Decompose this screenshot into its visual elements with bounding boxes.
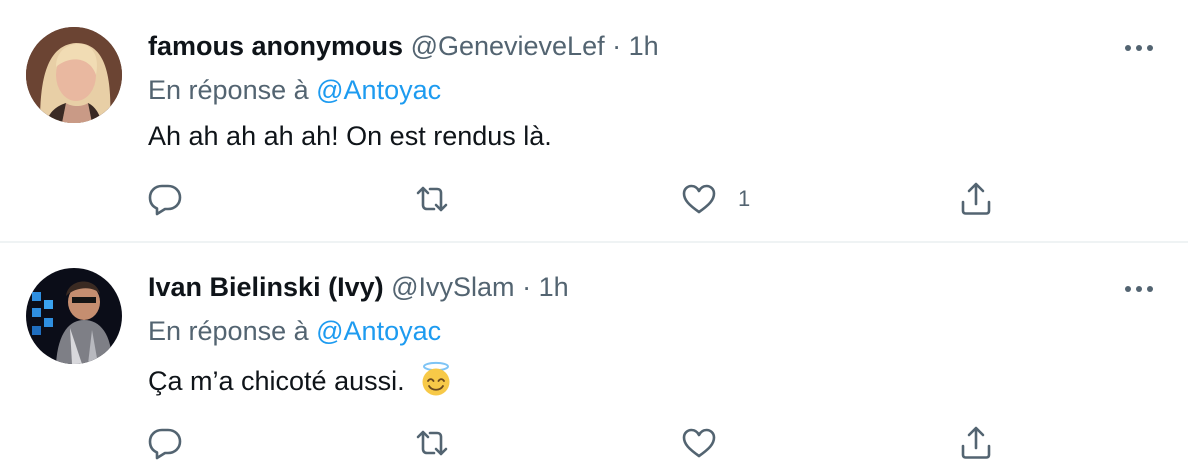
- reply-icon: [148, 184, 182, 216]
- user-handle[interactable]: @GenevieveLef: [411, 31, 605, 61]
- reply-button[interactable]: [145, 179, 185, 219]
- tweet-header: Ivan Bielinski (Ivy) @IvySlam · 1h: [148, 270, 569, 304]
- retweet-icon: [416, 186, 448, 212]
- reply-context: En réponse à @Antoyac: [148, 314, 441, 348]
- tweet-text: Ça m’a chicoté aussi.: [148, 366, 405, 396]
- retweet-button[interactable]: [412, 423, 452, 463]
- like-icon: [682, 428, 716, 458]
- reply-mention-link[interactable]: @Antoyac: [316, 75, 441, 105]
- more-icon[interactable]: [1122, 279, 1156, 299]
- reply-mention-link[interactable]: @Antoyac: [316, 316, 441, 346]
- timestamp[interactable]: 1h: [629, 31, 659, 61]
- avatar[interactable]: [26, 27, 122, 123]
- like-button[interactable]: [679, 179, 719, 219]
- reply-context: En réponse à @Antoyac: [148, 73, 441, 107]
- like-icon: [682, 184, 716, 214]
- like-button[interactable]: [679, 423, 719, 463]
- display-name[interactable]: Ivan Bielinski (Ivy): [148, 272, 384, 302]
- like-count: 1: [738, 186, 751, 211]
- separator: ·: [612, 31, 622, 61]
- share-button[interactable]: [956, 179, 996, 219]
- tweet[interactable]: famous anonymous @GenevieveLef · 1h En r…: [0, 0, 1188, 242]
- reply-button[interactable]: [145, 423, 185, 463]
- separator: ·: [522, 272, 532, 302]
- reply-icon: [148, 428, 182, 460]
- more-icon[interactable]: [1122, 38, 1156, 58]
- display-name[interactable]: famous anonymous: [148, 31, 403, 61]
- retweet-icon: [416, 430, 448, 456]
- share-button[interactable]: [956, 423, 996, 463]
- timestamp[interactable]: 1h: [539, 272, 569, 302]
- avatar[interactable]: [26, 268, 122, 364]
- reply-prefix: En réponse à: [148, 316, 309, 346]
- smiling-face-with-halo-icon: [422, 361, 450, 396]
- tweet-text: Ah ah ah ah ah! On est rendus là.: [148, 121, 552, 151]
- reply-prefix: En réponse à: [148, 75, 309, 105]
- share-icon: [961, 182, 991, 215]
- tweet-header: famous anonymous @GenevieveLef · 1h: [148, 29, 659, 63]
- retweet-button[interactable]: [412, 179, 452, 219]
- tweet[interactable]: Ivan Bielinski (Ivy) @IvySlam · 1h En ré…: [0, 243, 1188, 470]
- user-handle[interactable]: @IvySlam: [391, 272, 514, 302]
- share-icon: [961, 426, 991, 459]
- tweet-text-line: Ça m’a chicoté aussi.: [148, 361, 454, 398]
